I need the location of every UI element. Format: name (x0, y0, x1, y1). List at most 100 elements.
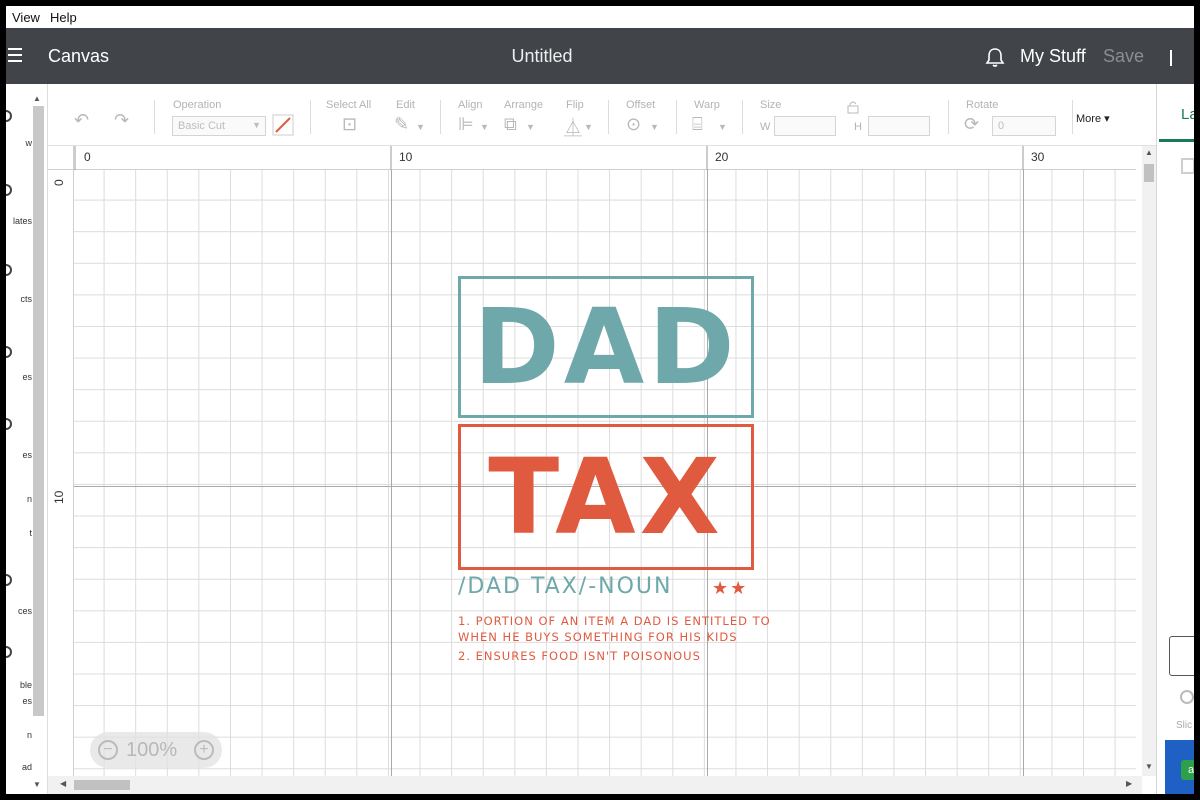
app-window: View Help Canvas Untitled My Stuff Save … (6, 6, 1194, 794)
width-input[interactable] (774, 116, 836, 136)
flip-icon[interactable]: ⏅ (564, 114, 582, 140)
color-sync-box[interactable] (1169, 636, 1194, 676)
zoom-control: − 100% + (90, 732, 222, 768)
document-title[interactable]: Untitled (6, 46, 1078, 67)
my-stuff-link[interactable]: My Stuff (1020, 46, 1086, 67)
sidebar-scroll-up-icon[interactable]: ▲ (33, 94, 41, 103)
scroll-down-icon[interactable]: ▼ (1145, 762, 1153, 771)
redo-icon[interactable]: ↷ (114, 110, 129, 131)
sidebar-item-projects[interactable]: cts (6, 294, 32, 304)
new-icon[interactable] (6, 110, 12, 122)
chevron-down-icon: ▼ (650, 122, 659, 132)
height-label: H (854, 121, 862, 133)
templates-icon[interactable] (6, 184, 12, 196)
left-sidebar: ▲ ▼ w lates cts es es n t ces ble es n a… (6, 84, 48, 794)
menu-view[interactable]: View (6, 10, 44, 25)
caret-down-icon: ▾ (1101, 113, 1110, 125)
sidebar-item-phrases[interactable]: ces (6, 606, 32, 616)
arrange-icon[interactable]: ⧉ (504, 114, 517, 135)
dad-word: DAD (473, 286, 739, 408)
header-divider (1170, 50, 1172, 66)
lock-icon[interactable] (846, 100, 860, 114)
right-panel: La Slic a (1156, 84, 1194, 794)
slice-icon[interactable] (1180, 690, 1194, 704)
ruler-label-v10: 10 (52, 490, 66, 504)
sidebar-item-text-2[interactable]: t (6, 528, 32, 538)
sidebar-item-shapes[interactable]: es (6, 450, 32, 460)
ruler-label-20: 20 (715, 150, 729, 164)
tax-frame: TAX (458, 424, 754, 570)
toolbar-separator (1072, 100, 1073, 134)
zoom-in-icon[interactable]: + (194, 740, 214, 760)
make-it-button[interactable]: a (1181, 760, 1194, 780)
grid-major-line (391, 170, 392, 776)
toolbar-separator (676, 100, 677, 134)
projects-icon[interactable] (6, 264, 12, 276)
notification-bell-icon[interactable] (984, 46, 1006, 68)
group-icon[interactable] (1181, 158, 1194, 174)
app-header: Canvas Untitled My Stuff Save (6, 28, 1194, 84)
save-button[interactable]: Save (1103, 46, 1144, 67)
sidebar-item-editable-2[interactable]: es (6, 696, 32, 706)
undo-icon[interactable]: ↶ (74, 110, 89, 131)
dad-tax-design[interactable]: DAD TAX /DAD TAX/-NOUN ★★ 1. PORTION OF … (454, 274, 770, 674)
sidebar-item-images[interactable]: es (6, 372, 32, 382)
zoom-level: 100% (126, 739, 178, 761)
sidebar-scrollbar[interactable] (33, 106, 44, 716)
sidebar-item-templates[interactable]: lates (6, 216, 32, 226)
size-label: Size (760, 99, 782, 111)
vertical-scroll-thumb[interactable] (1144, 164, 1154, 182)
vertical-ruler: 0 10 (48, 170, 74, 776)
toolbar-separator (742, 100, 743, 134)
tab-underline (1159, 139, 1194, 142)
sidebar-item-upload-1[interactable]: n (6, 730, 32, 740)
color-swatch-icon[interactable] (272, 114, 294, 136)
horizontal-scroll-thumb[interactable] (74, 780, 130, 790)
align-icon[interactable]: ⊫ (458, 114, 474, 135)
warp-icon[interactable]: ⌸ (692, 114, 703, 135)
height-input[interactable] (868, 116, 930, 136)
ruler-corner (48, 146, 74, 170)
chevron-down-icon: ▼ (526, 122, 535, 132)
toolbar-separator (608, 100, 609, 134)
toolbar-separator (310, 100, 311, 134)
horizontal-scrollbar[interactable]: ◀ ▶ (48, 776, 1142, 794)
arrange-label: Arrange (504, 99, 544, 111)
ruler-label-30: 30 (1031, 150, 1045, 164)
rotate-value: 0 (998, 120, 1005, 132)
slice-label[interactable]: Slic (1176, 720, 1192, 731)
scroll-left-icon[interactable]: ◀ (60, 779, 66, 788)
align-label: Align (458, 99, 483, 111)
more-button[interactable]: More ▾ (1076, 112, 1110, 125)
sidebar-scroll-down-icon[interactable]: ▼ (33, 780, 41, 789)
operation-value: Basic Cut (178, 120, 226, 132)
edit-pencil-icon[interactable]: ✎ (394, 114, 409, 135)
tab-layers[interactable]: La (1181, 106, 1194, 123)
sidebar-item-editable[interactable]: ble (6, 680, 32, 690)
operation-select[interactable]: Basic Cut ▼ (172, 116, 266, 136)
design-canvas[interactable]: DAD TAX /DAD TAX/-NOUN ★★ 1. PORTION OF … (74, 170, 1136, 776)
menu-help[interactable]: Help (44, 10, 81, 25)
chevron-down-icon: ▼ (480, 122, 489, 132)
sidebar-item-upload[interactable]: ad (6, 762, 32, 772)
ruler-label-10: 10 (399, 150, 413, 164)
editable-images-icon[interactable] (6, 646, 12, 658)
toolbar-separator (154, 100, 155, 134)
rotate-icon[interactable]: ⟳ (964, 114, 979, 135)
select-all-icon[interactable]: ⊡ (342, 114, 357, 135)
rotate-label: Rotate (966, 99, 999, 111)
phrases-icon[interactable] (6, 574, 12, 586)
zoom-out-icon[interactable]: − (98, 740, 118, 760)
sidebar-item-new[interactable]: w (6, 138, 33, 148)
rotate-input[interactable]: 0 (992, 116, 1056, 136)
shapes-icon[interactable] (6, 418, 12, 430)
scroll-right-icon[interactable]: ▶ (1126, 779, 1132, 788)
images-icon[interactable] (6, 346, 12, 358)
chevron-down-icon: ▼ (584, 122, 593, 132)
offset-icon[interactable]: ⊙ (626, 114, 641, 135)
scroll-up-icon[interactable]: ▲ (1145, 148, 1153, 157)
vertical-scrollbar[interactable]: ▲ ▼ (1142, 146, 1156, 776)
definition-line-3: 2. ENSURES FOOD ISN'T POISONOUS (458, 649, 701, 663)
sidebar-item-text-1[interactable]: n (6, 494, 32, 504)
pronunciation-text: /DAD TAX/-NOUN (458, 574, 673, 599)
